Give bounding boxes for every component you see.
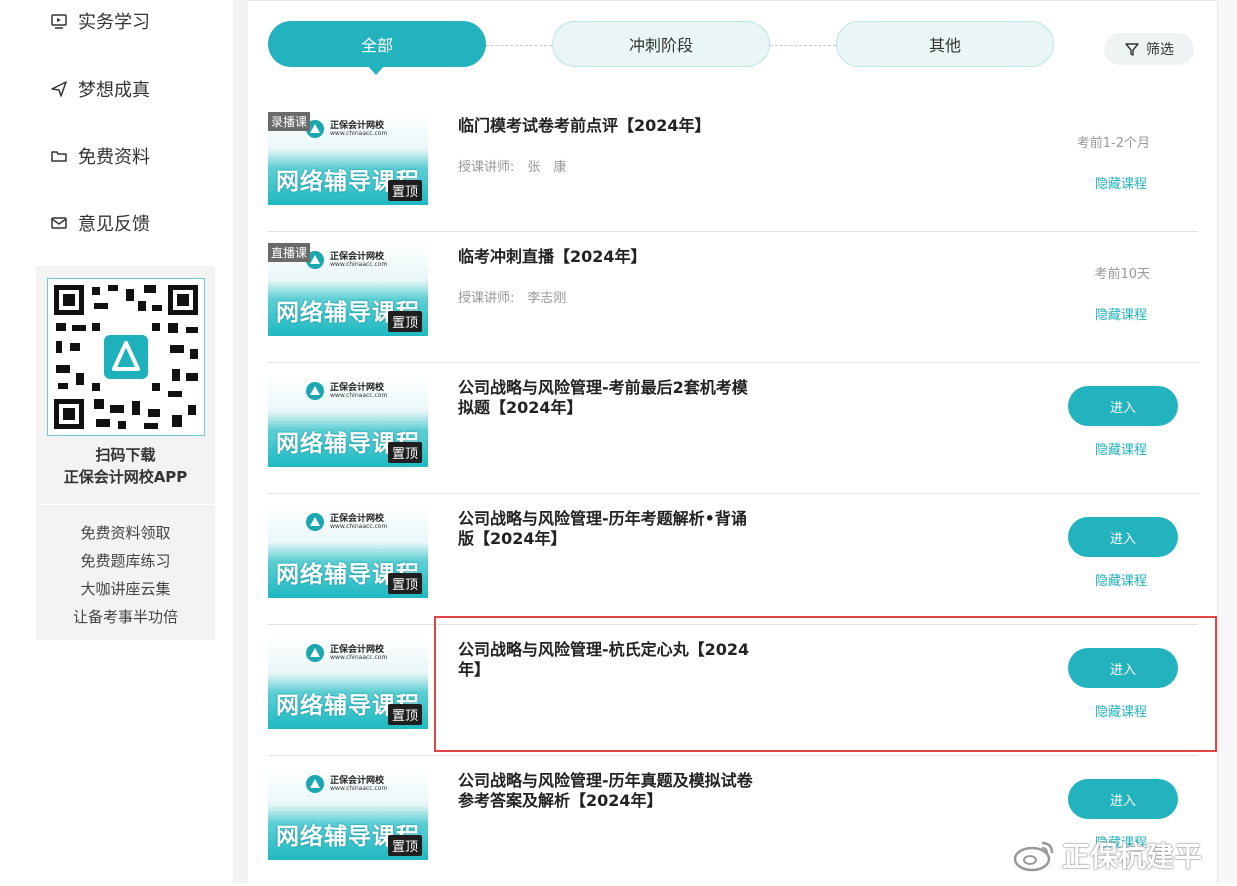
course-title[interactable]: 临门模考试卷考前点评【2024年】 — [458, 116, 758, 136]
qr-promo-4: 让备考事半功倍 — [72, 608, 178, 626]
course-thumbnail[interactable]: 正保会计网校 www.chinaacc.com 网络辅导课程 置顶 — [268, 636, 428, 729]
course-title[interactable]: 临考冲刺直播【2024年】 — [458, 247, 758, 267]
hide-course-link[interactable]: 隐藏课程 — [1095, 304, 1147, 323]
school-logo-icon — [306, 513, 324, 531]
hide-course-link[interactable]: 隐藏课程 — [1095, 439, 1147, 458]
course-time-label: 考前1-2个月 — [1076, 136, 1150, 151]
filter-icon — [1125, 43, 1139, 56]
course-row: 正保会计网校 www.chinaacc.com 网络辅导课程 置顶 直播课 临考… — [268, 231, 1198, 363]
pinned-badge: 置顶 — [387, 180, 422, 201]
course-type-badge: 录播课 — [268, 112, 311, 131]
course-thumbnail[interactable]: 正保会计网校 www.chinaacc.com 网络辅导课程 置顶 — [268, 505, 428, 598]
qr-caption-line1: 扫码下载 — [95, 446, 156, 464]
course-title[interactable]: 公司战略与风险管理-历年考题解析•背诵版【2024年】 — [458, 509, 758, 549]
qr-caption-line2: 正保会计网校APP — [63, 468, 188, 486]
tab-active-indicator — [368, 66, 384, 75]
sidebar-item-label: 免费资料 — [78, 147, 150, 168]
mail-icon — [51, 217, 67, 229]
qr-code — [47, 278, 205, 436]
qr-promo-3: 大咖讲座云集 — [80, 580, 171, 598]
sidebar-item-label: 意见反馈 — [78, 214, 150, 235]
pinned-badge: 置顶 — [387, 311, 422, 332]
enter-button[interactable]: 进入 — [1068, 517, 1178, 557]
course-teacher: 授课讲师: 李志刚 — [458, 291, 567, 306]
watermark-text: 正保杭建平 — [1062, 840, 1203, 873]
course-title[interactable]: 公司战略与风险管理-历年真题及模拟试卷 参考答案及解析【2024年】 — [458, 771, 758, 811]
tab-sprint[interactable]: 冲刺阶段 — [552, 21, 770, 67]
thumb-url: www.chinaacc.com — [330, 130, 388, 137]
app-download-panel: 扫码下载 正保会计网校APP 免费资料领取 免费题库练习 大咖讲座云集 让备考事… — [36, 266, 215, 640]
tab-other[interactable]: 其他 — [836, 21, 1054, 67]
course-row: 正保会计网校 www.chinaacc.com 网络辅导课程 置顶 录播课 临门… — [268, 100, 1198, 232]
course-row: 正保会计网校 www.chinaacc.com 网络辅导课程 置顶 公司战略与风… — [268, 362, 1198, 494]
right-gutter — [1217, 0, 1237, 883]
school-logo-icon — [306, 644, 324, 662]
filter-label: 筛选 — [1146, 42, 1174, 58]
school-logo-icon — [306, 775, 324, 793]
course-thumbnail[interactable]: 正保会计网校 www.chinaacc.com 网络辅导课程 置顶 直播课 — [268, 243, 428, 336]
sidebar-item-dream[interactable]: 梦想成真 — [50, 74, 150, 104]
enter-button[interactable]: 进入 — [1068, 779, 1178, 819]
pinned-badge: 置顶 — [387, 442, 422, 463]
sidebar-item-label: 实务学习 — [78, 12, 150, 33]
qr-promo-1: 免费资料领取 — [80, 524, 171, 542]
course-title[interactable]: 公司战略与风险管理-考前最后2套机考模拟题【2024年】 — [458, 378, 758, 418]
course-thumbnail[interactable]: 正保会计网校 www.chinaacc.com 网络辅导课程 置顶 — [268, 374, 428, 467]
course-thumbnail[interactable]: 正保会计网校 www.chinaacc.com 网络辅导课程 置顶 录播课 — [268, 112, 428, 205]
course-teacher: 授课讲师: 张 康 — [458, 160, 567, 175]
thumb-url: www.chinaacc.com — [330, 654, 388, 661]
course-type-badge: 直播课 — [268, 243, 311, 262]
weibo-icon — [1013, 841, 1054, 872]
sidebar: 实务学习 梦想成真 免费资料 意见反馈 扫码下载 正保会计网校APP 免费资料领… — [0, 0, 233, 883]
course-time-label: 考前10天 — [1094, 267, 1150, 282]
hide-course-link[interactable]: 隐藏课程 — [1095, 173, 1147, 192]
thumb-url: www.chinaacc.com — [330, 392, 388, 399]
filter-button[interactable]: 筛选 — [1104, 33, 1194, 65]
folder-icon — [51, 151, 67, 162]
sidebar-item-free-material[interactable]: 免费资料 — [50, 141, 150, 171]
enter-button[interactable]: 进入 — [1068, 386, 1178, 426]
monitor-icon — [51, 14, 67, 29]
sidebar-item-feedback[interactable]: 意见反馈 — [50, 208, 150, 238]
divider — [36, 504, 215, 505]
thumb-url: www.chinaacc.com — [330, 785, 388, 792]
gutter — [233, 0, 248, 883]
hide-course-link[interactable]: 隐藏课程 — [1095, 570, 1147, 589]
course-row: 正保会计网校 www.chinaacc.com 网络辅导课程 置顶 公司战略与风… — [268, 493, 1198, 625]
sidebar-item-label: 梦想成真 — [78, 80, 150, 101]
tab-connector — [770, 45, 836, 46]
watermark: 正保杭建平 — [1012, 835, 1202, 875]
qr-promo-2: 免费题库练习 — [80, 552, 171, 570]
sidebar-item-practice[interactable]: 实务学习 — [50, 6, 150, 36]
course-thumbnail[interactable]: 正保会计网校 www.chinaacc.com 网络辅导课程 置顶 — [268, 767, 428, 860]
pinned-badge: 置顶 — [387, 573, 422, 594]
highlight-box — [434, 616, 1217, 752]
thumb-url: www.chinaacc.com — [330, 261, 388, 268]
school-logo-icon — [306, 382, 324, 400]
tab-all[interactable]: 全部 — [268, 21, 486, 67]
pinned-badge: 置顶 — [387, 835, 422, 856]
qr-code-image — [54, 285, 198, 429]
pinned-badge: 置顶 — [387, 704, 422, 725]
paper-plane-icon — [51, 81, 67, 97]
tab-connector — [486, 45, 552, 46]
thumb-url: www.chinaacc.com — [330, 523, 388, 530]
